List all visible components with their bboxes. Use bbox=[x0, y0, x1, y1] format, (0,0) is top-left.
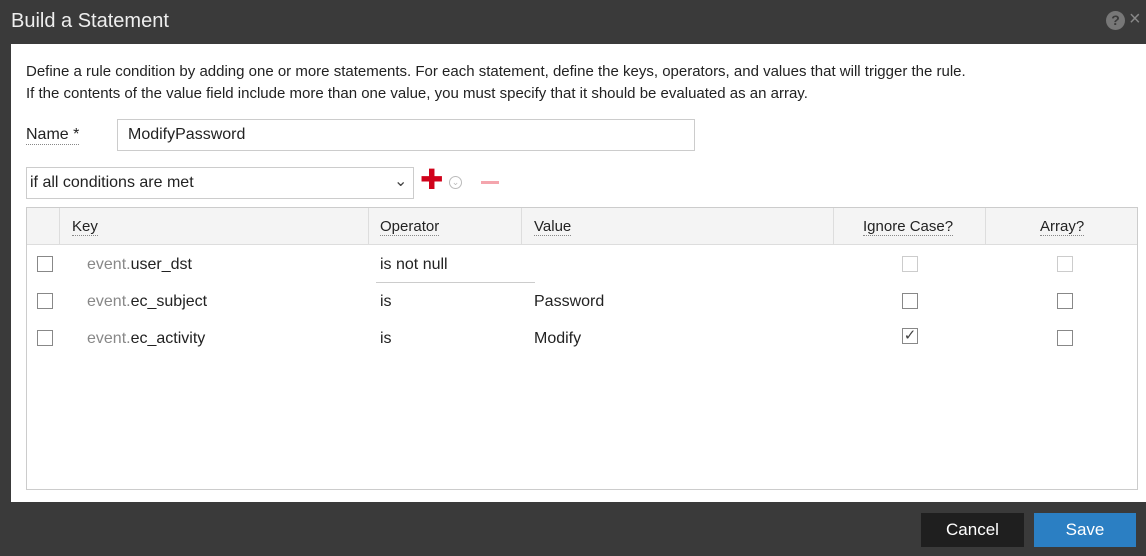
row-ignore-case-checkbox[interactable] bbox=[902, 293, 918, 309]
checkmark-icon: ✓ bbox=[903, 327, 917, 344]
header-operator[interactable]: Operator bbox=[369, 208, 522, 245]
header-array-label: Array? bbox=[1040, 218, 1085, 236]
header-value[interactable]: Value bbox=[522, 208, 834, 245]
chevron-down-icon: ⌄ bbox=[394, 173, 408, 190]
row-ignore-case-checkbox[interactable] bbox=[902, 256, 918, 272]
header-array[interactable]: Array? bbox=[986, 208, 1137, 245]
dialog-description: Define a rule condition by adding one or… bbox=[26, 61, 1136, 105]
close-icon[interactable]: × bbox=[1129, 8, 1141, 31]
table-row[interactable]: event.user_dst is not null bbox=[27, 246, 1137, 283]
row-key: event.ec_subject bbox=[87, 293, 207, 311]
row-select-checkbox[interactable] bbox=[37, 330, 53, 346]
dialog-titlebar: Build a Statement ? × bbox=[0, 0, 1146, 44]
dialog-footer: Cancel Save bbox=[0, 502, 1146, 556]
row-array-checkbox[interactable] bbox=[1057, 293, 1073, 309]
build-statement-dialog: Build a Statement ? × Define a rule cond… bbox=[0, 0, 1146, 556]
header-value-label: Value bbox=[534, 218, 572, 236]
condition-select[interactable]: if all conditions are met ⌄ bbox=[26, 167, 414, 199]
header-ignore-case-label: Ignore Case? bbox=[863, 218, 954, 236]
minus-icon[interactable] bbox=[481, 181, 499, 184]
name-label: Name * bbox=[26, 126, 80, 145]
row-key: event.ec_activity bbox=[87, 330, 205, 348]
description-line-1: Define a rule condition by adding one or… bbox=[26, 63, 966, 80]
cancel-button[interactable]: Cancel bbox=[921, 513, 1024, 547]
row-key-name: user_dst bbox=[130, 256, 192, 273]
row-operator[interactable]: is bbox=[380, 330, 392, 348]
row-value[interactable]: Password bbox=[534, 293, 604, 311]
row-operator[interactable]: is bbox=[380, 293, 392, 311]
row-key: event.user_dst bbox=[87, 256, 192, 274]
row-array-checkbox[interactable] bbox=[1057, 330, 1073, 346]
header-select-column bbox=[27, 208, 60, 245]
table-row[interactable]: event.ec_activity is Modify ✓ bbox=[27, 320, 1137, 357]
dialog-body: Define a rule condition by adding one or… bbox=[11, 44, 1146, 502]
header-operator-label: Operator bbox=[380, 218, 440, 236]
row-key-prefix: event. bbox=[87, 293, 131, 310]
row-array-checkbox[interactable] bbox=[1057, 256, 1073, 272]
row-key-name: ec_activity bbox=[130, 330, 206, 347]
row-value[interactable]: Modify bbox=[534, 330, 581, 348]
grid-header: Key Operator Value Ignore Case? Array? bbox=[27, 208, 1137, 245]
row-key-prefix: event. bbox=[87, 256, 131, 273]
help-icon[interactable]: ? bbox=[1106, 11, 1125, 30]
header-key-label: Key bbox=[72, 218, 98, 236]
condition-select-value: if all conditions are met bbox=[30, 174, 194, 191]
save-button[interactable]: Save bbox=[1034, 513, 1136, 547]
header-ignore-case[interactable]: Ignore Case? bbox=[834, 208, 986, 245]
chevron-down-circle-icon[interactable]: ⌄ bbox=[449, 176, 462, 189]
row-key-name: ec_subject bbox=[130, 293, 208, 310]
dialog-title: Build a Statement bbox=[11, 10, 169, 32]
plus-icon[interactable]: ✚ bbox=[420, 166, 443, 194]
row-ignore-case-checkbox[interactable]: ✓ bbox=[902, 328, 918, 344]
row-key-prefix: event. bbox=[87, 330, 131, 347]
table-row[interactable]: event.ec_subject is Password bbox=[27, 283, 1137, 320]
description-line-2: If the contents of the value field inclu… bbox=[26, 85, 808, 102]
name-input[interactable] bbox=[117, 119, 695, 151]
row-select-checkbox[interactable] bbox=[37, 293, 53, 309]
row-select-checkbox[interactable] bbox=[37, 256, 53, 272]
header-key[interactable]: Key bbox=[60, 208, 369, 245]
statements-grid: Key Operator Value Ignore Case? Array? e bbox=[26, 207, 1138, 490]
row-operator[interactable]: is not null bbox=[380, 256, 448, 274]
